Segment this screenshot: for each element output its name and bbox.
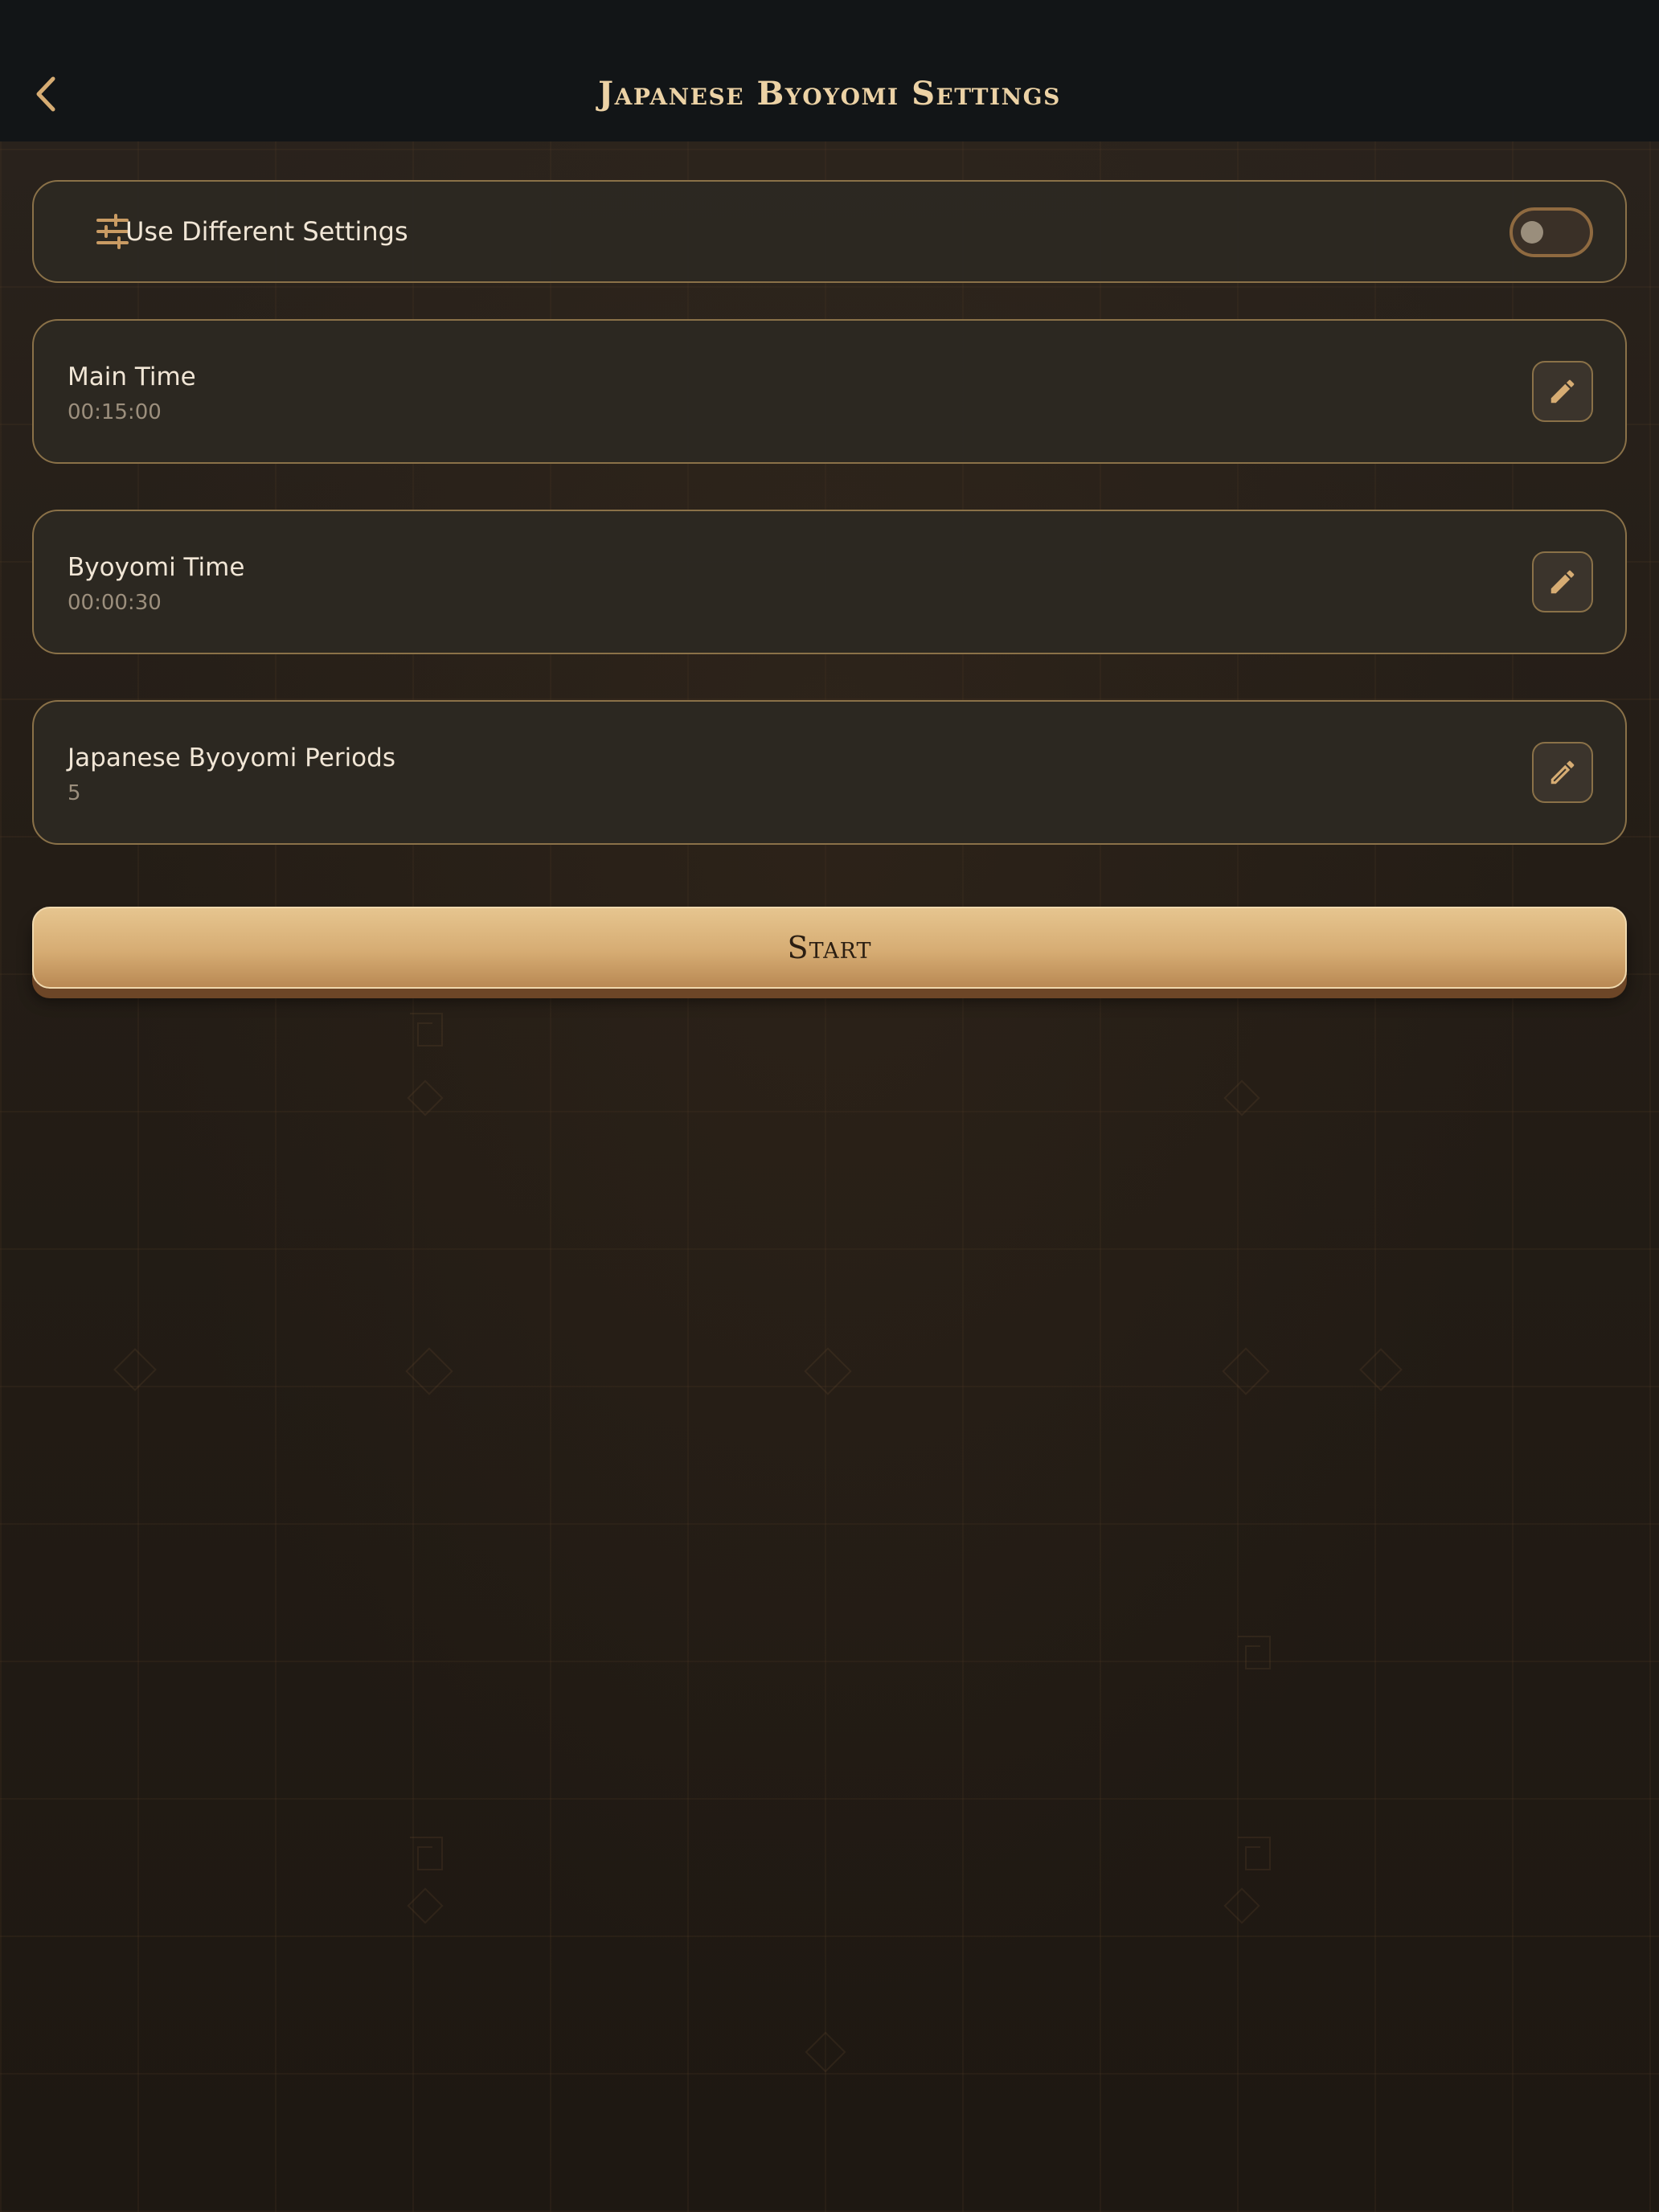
edit-byoyomi-time-button[interactable]: [1532, 551, 1593, 612]
pencil-icon: [1550, 379, 1575, 403]
use-different-settings-row: Use Different Settings: [32, 180, 1627, 283]
main-time-card: Main Time 00:15:00: [32, 319, 1627, 464]
pencil-outline-icon: [1550, 760, 1575, 784]
byoyomi-time-label: Byoyomi Time: [68, 553, 245, 582]
pencil-icon: [1550, 570, 1575, 594]
byoyomi-periods-card: Japanese Byoyomi Periods 5: [32, 700, 1627, 845]
app-header: Japanese Byoyomi Settings: [0, 0, 1659, 141]
byoyomi-periods-label: Japanese Byoyomi Periods: [68, 743, 395, 772]
start-label: Start: [787, 930, 872, 965]
byoyomi-time-value: 00:00:30: [68, 591, 162, 615]
start-button[interactable]: Start: [32, 907, 1627, 989]
page-title: Japanese Byoyomi Settings: [598, 75, 1061, 113]
main-time-value: 00:15:00: [68, 400, 162, 424]
main-time-label: Main Time: [68, 363, 196, 391]
edit-main-time-button[interactable]: [1532, 361, 1593, 422]
toggle-knob: [1521, 221, 1543, 244]
edit-byoyomi-periods-button[interactable]: [1532, 742, 1593, 803]
byoyomi-periods-value: 5: [68, 781, 81, 805]
byoyomi-time-card: Byoyomi Time 00:00:30: [32, 510, 1627, 654]
use-different-settings-toggle[interactable]: [1509, 207, 1593, 257]
use-different-settings-label: Use Different Settings: [125, 216, 408, 247]
